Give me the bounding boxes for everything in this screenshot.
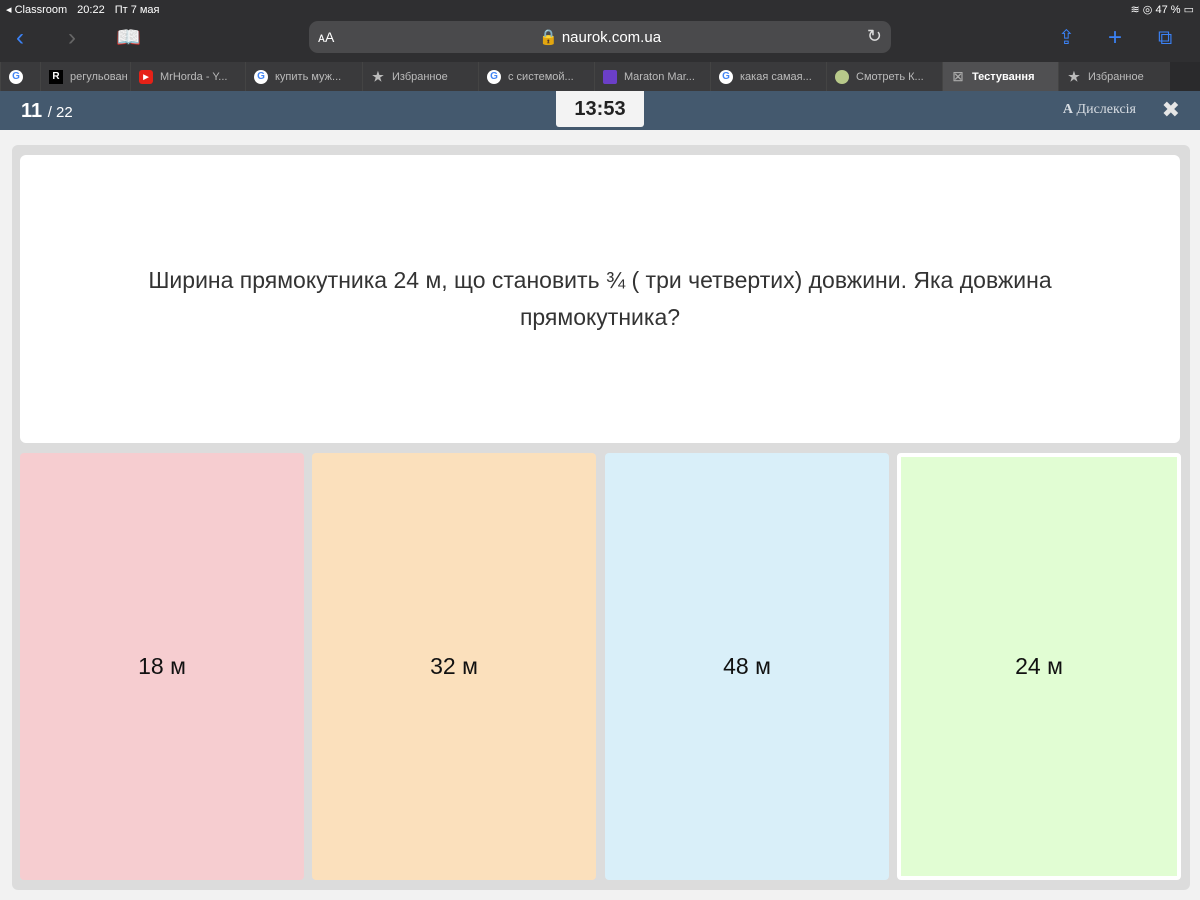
- google-icon: G: [487, 69, 501, 84]
- google-icon: G: [719, 69, 733, 84]
- tab[interactable]: ● Смотреть К...: [826, 62, 942, 91]
- tab[interactable]: Gкакая самая...: [710, 62, 826, 91]
- star-icon: ★: [372, 68, 384, 84]
- tab-label: MrHorda - Y...: [160, 70, 228, 83]
- timer: 13:53: [556, 91, 644, 127]
- tab[interactable]: ★ Избранное: [362, 62, 478, 91]
- tab-bar: G Rрегульован ▶ MrHorda - Y... Gкупить му…: [0, 62, 1200, 91]
- battery-level: 47 %: [1155, 3, 1181, 16]
- tab-label: с системой...: [508, 70, 574, 83]
- answer-option[interactable]: 32 м: [312, 453, 596, 880]
- date: Пт 7 мая: [114, 3, 160, 16]
- question-counter: 11 / 22: [21, 100, 73, 123]
- forward-icon[interactable]: ›: [68, 24, 76, 52]
- clock: 20:22: [77, 3, 105, 16]
- tab-active[interactable]: ☒ Тестування: [942, 62, 1058, 91]
- url-text: naurok.com.ua: [561, 29, 662, 46]
- quiz-header: 11 / 22 13:53 A Дислексія ✖: [0, 91, 1200, 130]
- google-icon: G: [254, 69, 268, 84]
- font-icon: A: [1062, 102, 1074, 117]
- tab[interactable]: Gс системой...: [478, 62, 594, 91]
- tab[interactable]: ★ Избранное: [1058, 62, 1170, 91]
- address-bar[interactable]: ᴀA 🔒 naurok.com.ua ↻: [309, 21, 891, 53]
- google-icon: G: [9, 69, 23, 84]
- tab-label: Смотреть К...: [856, 70, 924, 83]
- bookmarks-icon[interactable]: 📖: [116, 24, 141, 52]
- answer-option[interactable]: 48 м: [605, 453, 889, 880]
- tab-label: Тестування: [972, 70, 1035, 83]
- status-bar: ◂ Classroom 20:22 Пт 7 мая ≋ ◎ 47 % ▭: [0, 0, 1200, 18]
- tab[interactable]: G: [0, 62, 40, 91]
- wifi-icon: ≋ ◎: [1130, 3, 1156, 16]
- total-questions: / 22: [47, 104, 73, 121]
- tab[interactable]: ■ Maraton Mar...: [594, 62, 710, 91]
- browser-toolbar: ‹ › 📖 ᴀA 🔒 naurok.com.ua ↻ ⇪ + ⧉: [0, 18, 1200, 62]
- lock-icon: 🔒: [538, 29, 558, 46]
- site-icon: ●: [835, 69, 849, 84]
- reload-icon[interactable]: ↻: [867, 26, 882, 47]
- tab[interactable]: ▶ MrHorda - Y...: [130, 62, 245, 91]
- dyslexia-toggle[interactable]: A Дислексія: [1063, 102, 1136, 118]
- answer-option[interactable]: 18 м: [20, 453, 304, 880]
- new-tab-icon[interactable]: +: [1108, 24, 1122, 52]
- battery-icon: ▭: [1183, 3, 1194, 16]
- share-icon[interactable]: ⇪: [1058, 24, 1075, 52]
- tabs-overview-icon[interactable]: ⧉: [1158, 24, 1172, 52]
- youtube-icon: ▶: [139, 69, 153, 84]
- close-tab-icon[interactable]: ☒: [951, 70, 965, 84]
- tab[interactable]: Rрегульован: [40, 62, 130, 91]
- back-to-app[interactable]: ◂ Classroom: [6, 4, 67, 16]
- back-icon[interactable]: ‹: [16, 24, 24, 52]
- answer-option[interactable]: 24 м: [897, 453, 1181, 880]
- close-icon[interactable]: ✖: [1162, 97, 1180, 123]
- star-icon: ★: [1068, 68, 1080, 84]
- tab-label: регульован: [70, 70, 128, 83]
- tab-label: какая самая...: [740, 70, 812, 83]
- maraton-icon: ■: [603, 69, 617, 84]
- dyslexia-label: Дислексія: [1076, 102, 1136, 117]
- tab-label: Maraton Mar...: [624, 70, 695, 83]
- tab[interactable]: Gкупить муж...: [245, 62, 362, 91]
- question-text: Ширина прямокутника 24 м, що становить ¾…: [20, 155, 1180, 443]
- tab-label: купить муж...: [275, 70, 342, 83]
- current-question: 11: [21, 100, 43, 122]
- tab-label: Избранное: [1088, 70, 1144, 83]
- r-icon: R: [49, 69, 63, 84]
- tab-label: Избранное: [392, 70, 448, 83]
